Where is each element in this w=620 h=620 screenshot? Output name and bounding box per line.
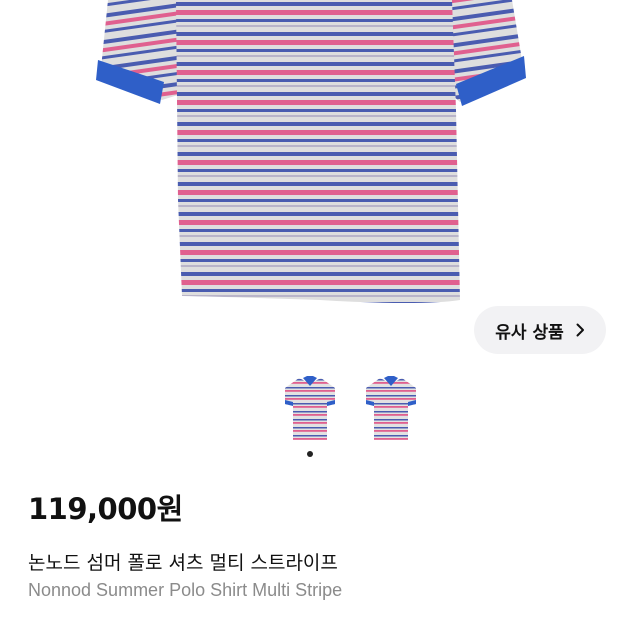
shirt-front-thumbnail[interactable]: [279, 370, 341, 446]
shirt-image: [96, 0, 526, 303]
image-thumbnails: [0, 370, 620, 446]
chevron-right-icon: [576, 323, 585, 337]
similar-products-label: 유사 상품: [495, 322, 564, 343]
shirt-back-thumbnail[interactable]: [360, 370, 422, 446]
pagination-dot-active[interactable]: [307, 451, 313, 457]
product-title-korean: 논노드 섬머 폴로 셔츠 멀티 스트라이프: [28, 552, 338, 574]
similar-products-button[interactable]: 유사 상품: [474, 306, 606, 354]
product-title-english: Nonnod Summer Polo Shirt Multi Stripe: [28, 580, 343, 600]
product-hero-image[interactable]: [0, 0, 620, 305]
product-price: 119,000원: [28, 492, 183, 526]
gallery-pagination: [0, 451, 620, 459]
